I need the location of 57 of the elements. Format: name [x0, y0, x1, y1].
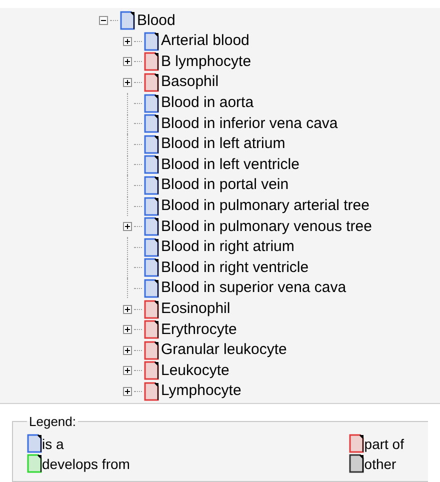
page-icon [120, 11, 135, 30]
page-icon [144, 176, 159, 195]
legend-label: is a [42, 434, 64, 452]
expand-icon[interactable] [123, 57, 132, 66]
expand-icon[interactable] [123, 222, 132, 232]
page-icon [144, 52, 159, 72]
tree-item-label[interactable]: Blood in aorta [161, 94, 254, 112]
page-icon [144, 155, 159, 174]
page-icon [144, 278, 159, 298]
page-icon [27, 454, 42, 472]
expand-icon[interactable] [123, 304, 132, 314]
expand-icon[interactable] [123, 386, 132, 396]
tree-item-label[interactable]: Blood in pulmonary arterial tree [161, 197, 370, 216]
tree-item-label[interactable]: Blood in right atrium [161, 238, 294, 256]
expand-icon[interactable] [123, 36, 132, 46]
page-icon [27, 434, 42, 452]
page-icon [144, 320, 159, 340]
legend-label: other [364, 454, 396, 472]
tree-item-label[interactable]: Granular leukocyte [161, 341, 287, 360]
page-icon [144, 217, 159, 236]
expand-icon[interactable] [123, 346, 132, 355]
page-icon [144, 114, 159, 134]
tree-item-label[interactable]: Blood in inferior vena cava [161, 114, 338, 133]
page-icon [144, 361, 159, 380]
tree-item-label[interactable]: Blood in right ventricle [161, 258, 309, 277]
expand-icon[interactable] [123, 78, 132, 87]
legend-title: Legend: [28, 413, 77, 431]
tree-item-label[interactable]: Lymphocyte [161, 382, 242, 400]
page-icon [144, 72, 159, 92]
page-icon [144, 300, 159, 319]
page-icon [144, 32, 159, 51]
tree-item-label[interactable]: Erythrocyte [161, 320, 237, 339]
tree-item-label[interactable]: Blood in portal vein [161, 176, 289, 194]
tree-item-label[interactable]: Blood [137, 12, 176, 30]
page-icon [144, 134, 159, 154]
tree-item-label[interactable]: Blood in left atrium [161, 135, 286, 154]
collapse-icon[interactable] [99, 16, 108, 25]
tree-item-label[interactable]: Eosinophil [161, 300, 230, 318]
tree-item-label[interactable]: Basophil [161, 73, 219, 92]
tree-item-label[interactable]: Blood in left ventricle [161, 156, 300, 174]
expand-icon[interactable] [123, 325, 132, 334]
page-icon [144, 94, 159, 113]
tree-item-label[interactable]: Arterial blood [161, 32, 250, 50]
page-icon [349, 434, 364, 452]
page-icon [144, 258, 159, 278]
tree-item-label[interactable]: Blood in pulmonary venous tree [161, 218, 372, 236]
expand-icon[interactable] [123, 366, 132, 376]
legend-label: develops from [42, 454, 130, 472]
legend-label: part of [364, 434, 404, 452]
page-icon [144, 340, 159, 360]
page-icon [144, 238, 159, 257]
tree-item-label[interactable]: B lymphocyte [161, 52, 252, 71]
page-icon [349, 454, 364, 472]
page-icon [144, 382, 159, 401]
tree-item-label[interactable]: Leukocyte [161, 362, 230, 380]
tree-item-label[interactable]: Blood in superior vena cava [161, 279, 346, 298]
page-icon [144, 196, 159, 216]
